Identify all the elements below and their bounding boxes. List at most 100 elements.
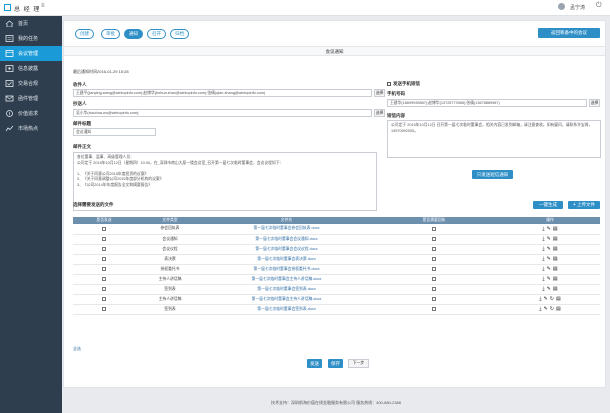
step-approve[interactable]: 审批: [101, 29, 120, 39]
sidebar-item-home[interactable]: 首页: [0, 16, 62, 31]
step-archive[interactable]: 归档: [170, 29, 189, 39]
phone-label: 手机号码: [387, 91, 405, 96]
document-icon[interactable]: ▤: [553, 246, 558, 252]
receipt-checkbox[interactable]: [432, 287, 436, 291]
download-icon[interactable]: ⤓: [542, 276, 544, 282]
send-checkbox[interactable]: [102, 277, 106, 281]
sidebar-item-tasks[interactable]: 我的任务: [0, 31, 62, 46]
send-checkbox[interactable]: [102, 287, 106, 291]
menu-toggle-icon[interactable]: ≡: [41, 3, 45, 9]
edit-icon[interactable]: ✎: [547, 236, 551, 242]
receipt-checkbox[interactable]: [432, 297, 436, 301]
send-checkbox[interactable]: [102, 247, 106, 251]
send-checkbox[interactable]: [102, 226, 106, 231]
download-icon[interactable]: ⤓: [539, 296, 541, 302]
send-checkbox[interactable]: [102, 257, 106, 261]
file-name-link[interactable]: 第一届七次临时董事会签到表.docx: [205, 284, 368, 295]
save-button[interactable]: 保存: [328, 359, 343, 368]
phone-select-button[interactable]: 选择: [589, 99, 600, 107]
row-actions: ⤓ ✎ ▤: [500, 254, 600, 265]
refresh-icon[interactable]: ↻: [550, 296, 554, 302]
generate-button[interactable]: 一键生成: [533, 201, 563, 209]
download-icon[interactable]: ⤓: [542, 256, 544, 262]
file-name-link[interactable]: 第一届七次临时董事会表决票.docx: [205, 254, 368, 265]
file-name-link[interactable]: 第一届七次临时董事会会议议程.docx: [205, 244, 368, 255]
recipients-select-button[interactable]: 选择: [374, 89, 385, 97]
sidebar-item-compliance[interactable]: 交易合规: [0, 76, 62, 91]
file-name-link[interactable]: 第一届七次临时董事会授权委托书.docx: [205, 264, 368, 275]
download-icon[interactable]: ⤓: [542, 266, 544, 272]
step-notify[interactable]: 通知: [124, 29, 143, 39]
receipt-checkbox[interactable]: [432, 307, 436, 311]
edit-icon[interactable]: ✎: [547, 286, 551, 292]
user-name[interactable]: 孟宁涛: [570, 4, 585, 11]
table-row: 会议通知 第一届七次临时董事会会议通知.docx ⤓ ✎ ▤: [73, 234, 600, 245]
sidebar-item-hotspot[interactable]: 市场热点: [0, 121, 62, 136]
upload-button[interactable]: + 上传文件: [568, 201, 600, 209]
send-button[interactable]: 发送: [307, 359, 322, 368]
download-icon[interactable]: ⤓: [542, 236, 544, 242]
sms-checkbox[interactable]: [387, 82, 391, 86]
file-name-link[interactable]: 第一届七次临时董事会主持人讲话稿.docx: [205, 274, 368, 285]
send-checkbox[interactable]: [102, 307, 106, 311]
next-button[interactable]: 下一步: [348, 359, 369, 368]
sms-content-field[interactable]: 公司定于 2015年10月12日 召开第一届七次临时董事会，相关内容已发到邮箱，…: [387, 120, 601, 158]
download-icon[interactable]: ⤓: [542, 246, 544, 252]
file-name-link[interactable]: 第一届七次临时董事会会议通知.docx: [205, 234, 368, 245]
recipients-field[interactable]: 王建平(jianping.wang@wintopinfo.com);赵博华(bo…: [73, 89, 372, 97]
send-checkbox[interactable]: [102, 237, 106, 241]
cc-select-button[interactable]: 选择: [374, 109, 385, 117]
document-icon[interactable]: ▤: [553, 286, 558, 292]
document-icon[interactable]: ▤: [553, 266, 558, 272]
document-icon[interactable]: ▤: [556, 296, 561, 302]
power-icon[interactable]: ⏻: [596, 2, 602, 10]
step-convene[interactable]: 召开: [147, 29, 166, 39]
step-create[interactable]: 创建: [75, 29, 94, 39]
phone-field[interactable]: 王建华(18699939887);赵博华(13725773965);张倩(136…: [387, 99, 587, 107]
receipt-checkbox[interactable]: [432, 237, 436, 241]
table-row: 主持人讲话稿 第一届七次临时董事会主持人讲话稿.docx ⤓ ✎ ↻ ▤: [73, 294, 600, 305]
document-icon[interactable]: ▤: [553, 276, 558, 282]
sidebar-item-meeting[interactable]: 会议管理: [0, 46, 62, 61]
avatar[interactable]: [558, 3, 565, 10]
file-name-link[interactable]: 第一届七次临时董事会参会回执表.docx: [205, 224, 368, 235]
edit-icon[interactable]: ✎: [544, 306, 548, 312]
body-editor[interactable]: 各位董事、监事、高级管理人员： 公司定于 2015年10月12日（星期四）10:…: [73, 152, 377, 211]
edit-icon[interactable]: ✎: [547, 226, 551, 232]
download-icon[interactable]: ⤓: [542, 286, 544, 292]
sidebar-item-disclosure[interactable]: 信息披露: [0, 61, 62, 76]
edit-icon[interactable]: ✎: [547, 276, 551, 282]
receipt-checkbox[interactable]: [432, 247, 436, 251]
send-checkbox[interactable]: [102, 267, 106, 271]
file-type: 授权委托书: [135, 264, 205, 275]
edit-icon[interactable]: ✎: [547, 256, 551, 262]
cc-field[interactable]: 吴小华(xiaohua.wu@wintopinfo.com);: [73, 109, 372, 117]
document-icon[interactable]: ▤: [553, 256, 558, 262]
sms-only-button[interactable]: 只发送短信通知: [472, 170, 513, 179]
file-name-link[interactable]: 第一届七次临时董事会主持人讲话稿.docx: [205, 294, 368, 305]
receipt-checkbox[interactable]: [432, 267, 436, 271]
receipt-checkbox[interactable]: [432, 257, 436, 261]
edit-icon[interactable]: ✎: [547, 266, 551, 272]
receipt-checkbox[interactable]: [432, 277, 436, 281]
download-icon[interactable]: ⤓: [542, 226, 544, 232]
sidebar-item-value[interactable]: 价值追求: [0, 106, 62, 121]
receipt-checkbox[interactable]: [432, 226, 436, 231]
edit-icon[interactable]: ✎: [547, 246, 551, 252]
document-icon[interactable]: ▤: [553, 226, 558, 232]
file-type: 会议通知: [135, 234, 205, 245]
row-actions: ⤓ ✎ ▤: [500, 264, 600, 275]
refresh-icon[interactable]: ↻: [550, 306, 554, 312]
sidebar: 首页 我的任务 会议管理 信息披露 交易合规 函件管理 价值追求 市场热点: [0, 16, 62, 413]
file-type: 表决票: [135, 254, 205, 265]
back-button[interactable]: 返回筹备中的会议: [538, 28, 600, 38]
edit-icon[interactable]: ✎: [544, 296, 548, 302]
document-icon[interactable]: ▤: [553, 236, 558, 242]
send-checkbox[interactable]: [102, 297, 106, 301]
download-icon[interactable]: ⤓: [539, 306, 541, 312]
select-all-link[interactable]: 全选: [73, 346, 81, 352]
subject-field[interactable]: 会议通知: [73, 128, 156, 136]
file-name-link[interactable]: 第一届七次临时董事会签到表.docx: [205, 304, 368, 315]
document-icon[interactable]: ▤: [556, 306, 561, 312]
sidebar-item-letters[interactable]: 函件管理: [0, 91, 62, 106]
